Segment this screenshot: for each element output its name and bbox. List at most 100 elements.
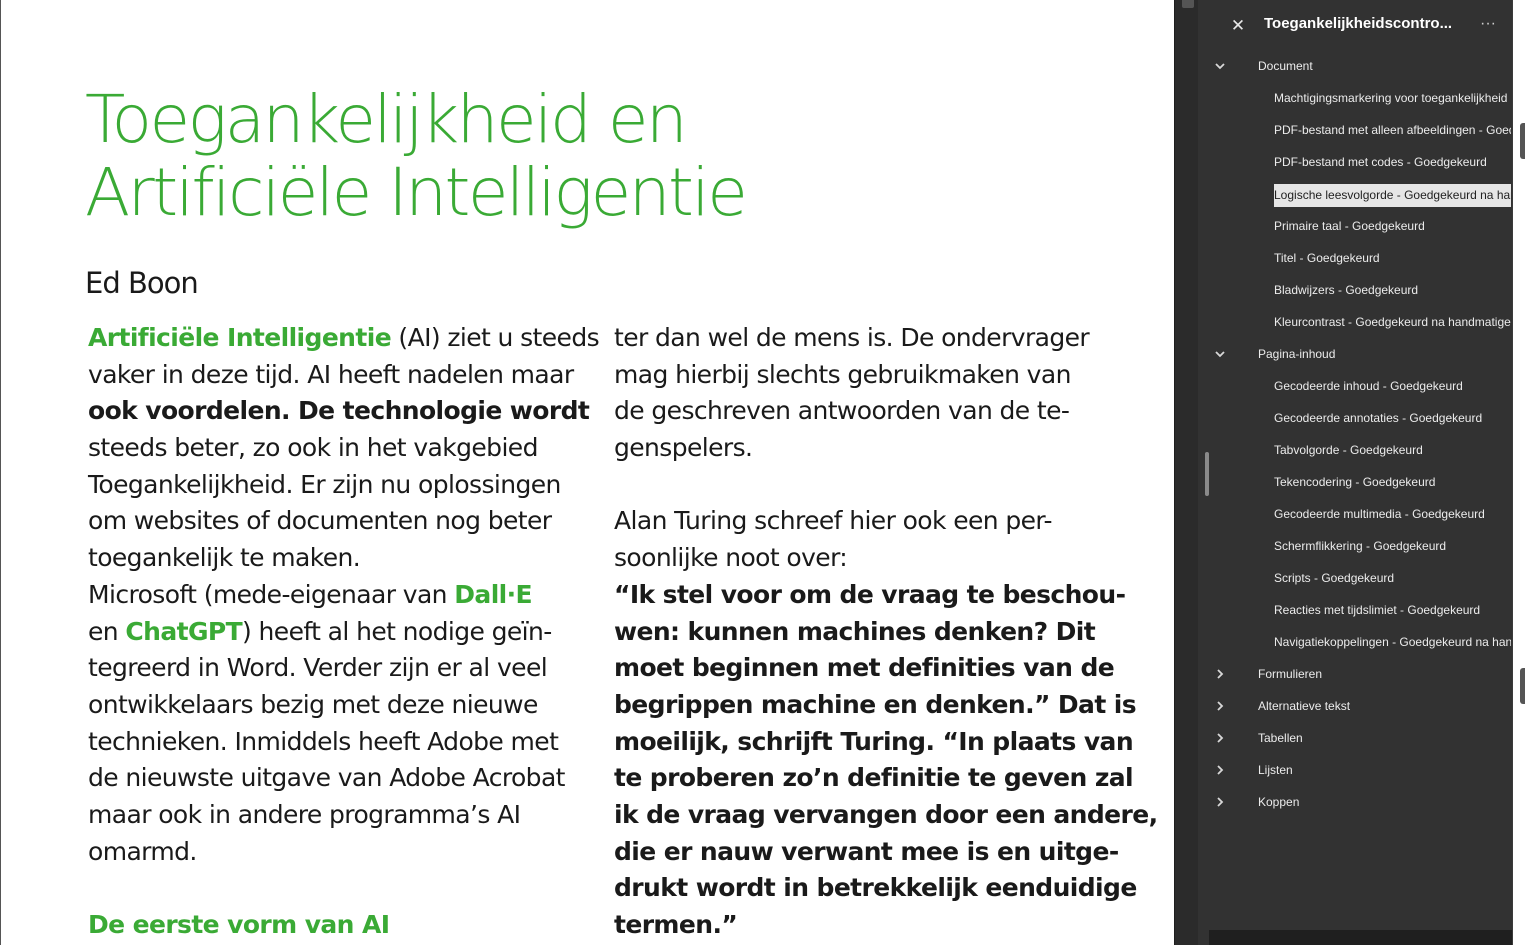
tree-section-label[interactable]: Lijsten	[1258, 763, 1293, 777]
chevron-down-icon[interactable]	[1212, 50, 1228, 82]
tree-item-label[interactable]: Gecodeerde inhoud - Goedgekeurd	[1274, 379, 1511, 393]
text-line: omarmd.	[88, 834, 598, 871]
tree-item[interactable]: Tabvolgorde - Goedgekeurd	[1198, 434, 1511, 466]
bold-text: termen.”	[614, 910, 738, 939]
tree-item[interactable]: Primaire taal - Goedgekeurd	[1198, 210, 1511, 242]
tree-item-label[interactable]: Tekencodering - Goedgekeurd	[1274, 475, 1511, 489]
tree-item-label[interactable]: Kleurcontrast - Goedgekeurd na handmatig…	[1274, 315, 1511, 329]
tree-section-formulieren[interactable]: Formulieren	[1198, 658, 1511, 690]
text-line: en ChatGPT) heeft al het nodige geïn-	[88, 614, 598, 651]
text-line: Artificiële Intelligentie (AI) ziet u st…	[88, 320, 600, 357]
tree-item[interactable]: Logische leesvolgorde - Goedgekeurd na h…	[1198, 178, 1511, 210]
tree-section-label[interactable]: Pagina-inhoud	[1258, 347, 1335, 361]
tree-item-label[interactable]: PDF-bestand met codes - Goedgekeurd	[1274, 155, 1511, 169]
chevron-right-icon[interactable]	[1212, 754, 1228, 786]
tree-item[interactable]: Kleurcontrast - Goedgekeurd na handmatig…	[1198, 306, 1511, 338]
text-column-left: Artificiële Intelligentie (AI) ziet u st…	[88, 320, 600, 944]
text-segment: tegreerd in Word. Verder zijn er al veel	[88, 653, 548, 683]
tree-item-label[interactable]: Tabvolgorde - Goedgekeurd	[1274, 443, 1511, 457]
tree-section-pagina-inhoud[interactable]: Pagina-inhoud	[1198, 338, 1511, 370]
tree-item[interactable]: Gecodeerde inhoud - Goedgekeurd	[1198, 370, 1511, 402]
bold-text: die er nauw verwant mee is en uitge-	[614, 836, 1119, 866]
panel-footer-bar	[1209, 930, 1512, 945]
chevron-right-icon[interactable]	[1212, 786, 1228, 818]
tree-item[interactable]: Bladwijzers - Goedgekeurd	[1198, 274, 1511, 306]
text-segment: Alan Turing schreef hier ook een per-	[614, 506, 1053, 536]
tree-item[interactable]: Schermflikkering - Goedgekeurd	[1198, 530, 1511, 562]
text-line: de geschreven antwoorden van de te-	[614, 393, 1124, 430]
tree-section-alternatieve-tekst[interactable]: Alternatieve tekst	[1198, 690, 1511, 722]
text-line: mag hierbij slechts gebruikmaken van	[614, 357, 1124, 394]
tree-item-label[interactable]: Bladwijzers - Goedgekeurd	[1274, 283, 1511, 297]
chevron-right-icon[interactable]	[1212, 658, 1228, 690]
tree-item-label[interactable]: PDF-bestand met alleen afbeeldingen - Go…	[1274, 123, 1511, 137]
chevron-right-icon[interactable]	[1212, 722, 1228, 754]
tree-item-label[interactable]: Gecodeerde annotaties - Goedgekeurd	[1274, 411, 1511, 425]
tree-item[interactable]: PDF-bestand met alleen afbeeldingen - Go…	[1198, 114, 1511, 146]
tree-item-label[interactable]: Machtigingsmarkering voor toegankelijkhe…	[1274, 91, 1511, 105]
text-segment: maar ook in andere programma’s AI	[88, 799, 521, 829]
panel-header: ✕ Toegankelijkheidscontro... ···	[1198, 0, 1525, 50]
text-segment: de nieuwste uitgave van Adobe Acrobat	[88, 763, 565, 793]
text-line: ontwikkelaars bezig met deze nieuwe	[88, 687, 598, 724]
bold-text: “Ik stel voor om de vraag te beschou-	[614, 579, 1126, 609]
text-line: termen.”	[614, 907, 1124, 944]
tree-item-label[interactable]: Navigatiekoppelingen - Goedgekeurd na ha…	[1274, 635, 1511, 649]
tree-section-label[interactable]: Koppen	[1258, 795, 1299, 809]
tree-section-label[interactable]: Tabellen	[1258, 731, 1303, 745]
tree-item-label[interactable]: Scripts - Goedgekeurd	[1274, 571, 1511, 585]
text-line: moet beginnen met definities van de	[614, 650, 1124, 687]
tree-section-label[interactable]: Formulieren	[1258, 667, 1322, 681]
tree-section-koppen[interactable]: Koppen	[1198, 786, 1511, 818]
tree-item[interactable]: Scripts - Goedgekeurd	[1198, 562, 1511, 594]
text-line: tegreerd in Word. Verder zijn er al veel	[88, 650, 598, 687]
tree-item[interactable]: Machtigingsmarkering voor toegankelijkhe…	[1198, 82, 1511, 114]
text-line: Toegankelijkheid. Er zijn nu oplossingen	[88, 467, 598, 504]
tree-item-label[interactable]: Gecodeerde multimedia - Goedgekeurd	[1274, 507, 1511, 521]
text-segment: de geschreven antwoorden van de te-	[614, 396, 1070, 426]
text-segment: ter dan wel de mens is. De ondervrager	[614, 323, 1090, 352]
right-scroll-strip	[1512, 0, 1525, 945]
scroll-tab-upper[interactable]	[1520, 123, 1525, 159]
tree-item[interactable]: PDF-bestand met codes - Goedgekeurd	[1198, 146, 1511, 178]
tree-item[interactable]: Titel - Goedgekeurd	[1198, 242, 1511, 274]
text-line: genspelers.	[614, 430, 1124, 467]
scroll-tab-lower[interactable]	[1520, 668, 1525, 704]
tree-item[interactable]: Gecodeerde multimedia - Goedgekeurd	[1198, 498, 1511, 530]
text-line: de nieuwste uitgave van Adobe Acrobat	[88, 760, 598, 797]
text-line: maar ook in andere programma’s AI	[88, 797, 598, 834]
accessibility-check-tree: Document Machtigingsmarkering voor toegan…	[1198, 50, 1511, 930]
tree-item[interactable]: Tekencodering - Goedgekeurd	[1198, 466, 1511, 498]
text-segment: steeds beter, zo ook in het vakgebied	[88, 433, 538, 463]
tree-section-label[interactable]: Document	[1258, 59, 1313, 73]
chevron-right-icon[interactable]	[1212, 690, 1228, 722]
tree-item[interactable]: Navigatiekoppelingen - Goedgekeurd na ha…	[1198, 626, 1511, 658]
tree-section-label[interactable]: Alternatieve tekst	[1258, 699, 1350, 713]
close-panel-button[interactable]: ✕	[1228, 14, 1248, 38]
text-line: die er nauw verwant mee is en uitge-	[614, 834, 1124, 871]
text-segment: en	[88, 616, 126, 646]
tree-item-label[interactable]: Logische leesvolgorde - Goedgekeurd na h…	[1274, 184, 1511, 207]
tree-item-label[interactable]: Reacties met tijdslimiet - Goedgekeurd	[1274, 603, 1511, 617]
tree-item-label[interactable]: Primaire taal - Goedgekeurd	[1274, 219, 1511, 233]
more-options-button[interactable]: ···	[1476, 12, 1500, 36]
panel-gutter	[1174, 0, 1209, 945]
tree-item-label[interactable]: Titel - Goedgekeurd	[1274, 251, 1511, 265]
tree-item-label[interactable]: Schermflikkering - Goedgekeurd	[1274, 539, 1511, 553]
chevron-down-icon[interactable]	[1212, 338, 1228, 370]
text-line: om websites of documenten nog beter	[88, 503, 598, 540]
tree-section-tabellen[interactable]: Tabellen	[1198, 722, 1511, 754]
gutter-tab[interactable]	[1182, 0, 1194, 8]
text-segment: technieken. Inmiddels heeft Adobe met	[88, 726, 559, 756]
text-line: “Ik stel voor om de vraag te beschou-	[614, 577, 1126, 614]
text-segment: mag hierbij slechts gebruikmaken van	[614, 359, 1071, 389]
tree-section-document[interactable]: Document	[1198, 50, 1511, 82]
tree-item[interactable]: Gecodeerde annotaties - Goedgekeurd	[1198, 402, 1511, 434]
highlighted-text: Dall·E	[454, 579, 533, 609]
tree-section-lijsten[interactable]: Lijsten	[1198, 754, 1511, 786]
bold-text: ik de vraag vervangen door een andere,	[614, 799, 1158, 829]
text-line: Alan Turing schreef hier ook een per-	[614, 503, 1124, 540]
tree-item[interactable]: Reacties met tijdslimiet - Goedgekeurd	[1198, 594, 1511, 626]
text-line: soonlijke noot over:	[614, 540, 1124, 577]
